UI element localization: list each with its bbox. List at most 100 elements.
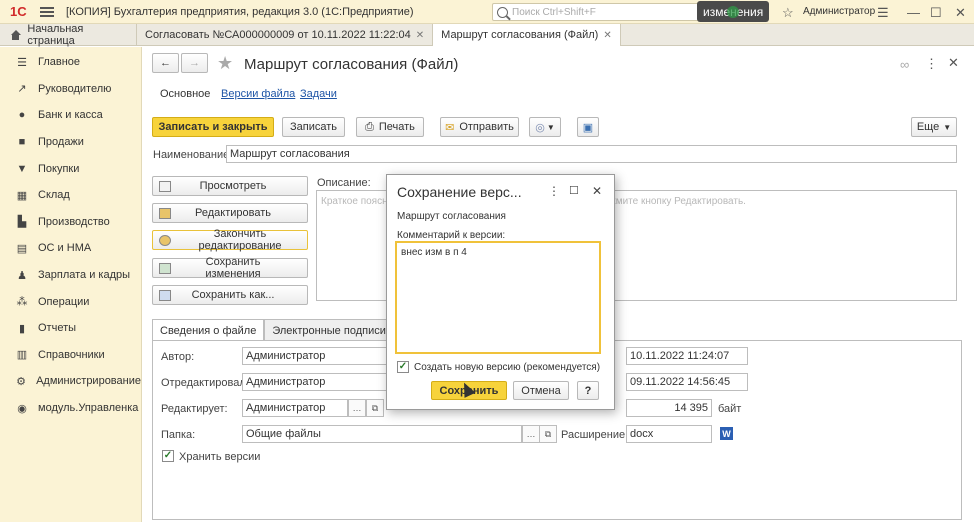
help-button[interactable]: ? [577,381,599,400]
main-menu-icon[interactable] [40,6,54,17]
search-placeholder: Поиск Ctrl+Shift+F [512,6,596,18]
sidebar-item-payroll[interactable]: ♟ Зарплата и кадры [0,262,141,289]
favorite-star-icon[interactable]: ☆ [782,5,794,21]
tab-close-icon[interactable]: ✕ [416,30,424,41]
dialog-close-icon[interactable]: ✕ [592,184,602,198]
sidebar-item-main[interactable]: ☰ Главное [0,49,141,76]
sidebar-item-label: Зарплата и кадры [38,269,131,282]
search-input[interactable]: Поиск Ctrl+Shift+F [492,3,702,21]
finish-edit-button[interactable]: Закончить редактирование [152,228,308,252]
chevron-down-icon: ▼ [943,122,952,132]
view-label: Просмотреть [199,180,267,192]
back-button[interactable]: ← [152,53,179,73]
sidebar: ☰ Главное ↗ Руководителю ● Банк и касса ■ Пр… [0,47,142,522]
sidebar-item-sales[interactable]: ■ Продажи [0,129,141,156]
tab-route-file[interactable]: Маршрут согласования (Файл) ✕ [433,24,621,46]
subtab-versions[interactable]: Версии файла [221,88,295,100]
folder-open-icon[interactable]: ⧉ [539,425,557,443]
sidebar-item-reports[interactable]: ▮ Отчеты [0,315,141,342]
tab-label: Маршрут согласования (Файл) [441,29,599,41]
gear-icon: ⚙ [16,375,26,388]
tab-file-info[interactable]: Сведения о файле [152,319,265,341]
close-icon[interactable]: ✕ [955,5,966,21]
envelope-icon: ✉ [445,121,455,134]
attach-button[interactable]: ▣ [577,117,599,137]
sidebar-item-assets[interactable]: ▤ ОС и НМА [0,235,141,262]
operations-icon: ⁂ [16,296,28,309]
document-icon: ▣ [582,121,594,134]
sidebar-item-operations[interactable]: ⁂ Операции [0,288,141,315]
link-icon[interactable]: ∞ [900,57,909,72]
keep-versions-checkbox[interactable]: ✓ [162,450,174,462]
arrow-left-icon: ← [160,57,171,69]
save-close-button[interactable]: Записать и закрыть [152,117,274,137]
dialog-more-icon[interactable]: ⋮ [548,184,560,198]
books-icon: ▥ [16,349,28,362]
search-icon [497,6,508,18]
new-version-checkbox[interactable]: ✓ [397,361,409,373]
dialog-maximize-icon[interactable]: ☐ [569,184,579,197]
form-title: Маршрут согласования (Файл) [244,56,459,73]
created-date-field[interactable]: 10.11.2022 11:24:07 [626,347,748,365]
subtab-main[interactable]: Основное [160,88,210,100]
save-changes-button[interactable]: Сохранить изменения [152,256,308,280]
editing-field[interactable]: Администратор [242,399,348,417]
modified-date-field[interactable]: 09.11.2022 14:56:45 [626,373,748,391]
sidebar-item-production[interactable]: ▙ Производство [0,209,141,236]
tab-home[interactable]: Начальная страница [0,23,137,47]
author-field[interactable]: Администратор [242,347,387,365]
tab-signatures[interactable]: Электронные подписи [264,319,394,341]
sidebar-item-label: Операции [38,295,90,308]
send-button[interactable]: ✉ Отправить [440,117,519,137]
open-icon[interactable]: ⧉ [366,399,384,417]
forward-button[interactable]: → [181,53,208,73]
extension-field[interactable]: docx [626,425,712,443]
sidebar-item-warehouse[interactable]: ▦ Склад [0,182,141,209]
size-unit: байт [718,403,742,415]
sidebar-item-admin[interactable]: ⚙ Администрирование [0,368,141,395]
minimize-icon[interactable]: — [907,5,920,20]
save-as-button[interactable]: Сохранить как... [152,285,308,305]
select-button[interactable]: … [348,399,366,417]
tab-close-icon[interactable]: ✕ [603,30,611,41]
folder-select-button[interactable]: … [522,425,540,443]
lock-icon [159,234,171,246]
sidebar-item-manager[interactable]: ↗ Руководителю [0,76,141,103]
tab-label: Согласовать №СА000000009 от 10.11.2022 1… [145,29,411,41]
maximize-icon[interactable]: ☐ [930,5,942,21]
sidebar-item-references[interactable]: ▥ Справочники [0,342,141,369]
app-logo: 1С [10,4,27,19]
size-field[interactable]: 14 395 [626,399,712,417]
tab-approve-task[interactable]: Согласовать №СА000000009 от 10.11.2022 1… [137,24,434,46]
sidebar-item-purchases[interactable]: ▼ Покупки [0,155,141,182]
cancel-button[interactable]: Отмена [513,381,569,400]
comment-field[interactable]: внес изм в п 4 [395,241,601,354]
more-button[interactable]: Еще ▼ [911,117,957,137]
settings-icon[interactable]: ☰ [877,5,889,21]
briefcase-icon: ■ [18,136,26,149]
sidebar-item-label: Главное [38,56,81,69]
status-dropdown-button[interactable]: ◎ ▼ [529,117,561,137]
changes-badge: изменения [697,1,770,22]
sidebar-item-bank[interactable]: ● Банк и касса [0,102,141,129]
sidebar-item-label: Производство [38,215,110,228]
printer-icon: ⎙ [365,120,374,133]
record-indicator-icon [727,6,739,18]
edited-field[interactable]: Администратор [242,373,387,391]
save-button[interactable]: Записать [282,117,345,137]
name-field[interactable]: Маршрут согласования [226,145,957,163]
arrow-right-icon: → [189,57,200,69]
sidebar-item-label: Руководителю [38,82,112,95]
sidebar-item-module[interactable]: ◉ модуль.Управленка [0,395,141,422]
print-button[interactable]: ⎙ Печать [356,117,424,137]
folder-field[interactable]: Общие файлы [242,425,522,443]
finish-edit-label: Закончить редактирование [198,228,282,252]
file-info-tabs: Сведения о файле Электронные подписи [152,319,394,341]
view-button[interactable]: Просмотреть [152,176,308,196]
more-icon[interactable]: ⋮ [925,56,938,72]
favorite-star-icon[interactable]: ★ [217,53,233,74]
close-form-icon[interactable]: ✕ [948,55,959,71]
subtab-tasks[interactable]: Задачи [300,88,337,100]
user-name[interactable]: Администратор [803,6,875,17]
edit-button[interactable]: Редактировать [152,203,308,223]
